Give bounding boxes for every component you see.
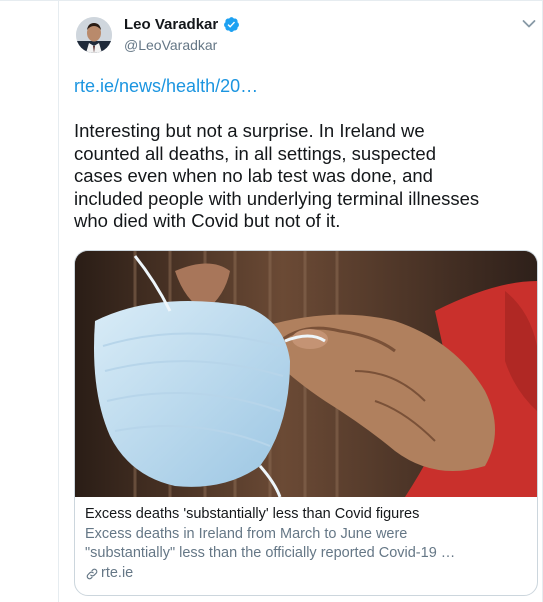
- chevron-down-icon[interactable]: [522, 19, 536, 29]
- link-icon: [86, 568, 98, 579]
- card-description-line: Excess deaths in Ireland from March to J…: [85, 526, 408, 542]
- card-description: Excess deaths in Ireland from March to J…: [85, 525, 527, 563]
- card-description-line: "substantially" less than the officially…: [85, 545, 456, 561]
- top-border: [0, 0, 543, 1]
- tweet-text-line: included people with underlying terminal…: [74, 187, 480, 209]
- tweet-text-line: Interesting but not a surprise. In Irela…: [74, 120, 425, 141]
- author-name[interactable]: Leo Varadkar: [124, 16, 218, 33]
- tweet-link[interactable]: rte.ie/news/health/20…: [74, 76, 258, 97]
- card-text[interactable]: Excess deaths 'substantially' less than …: [85, 505, 527, 583]
- link-preview-card[interactable]: Excess deaths 'substantially' less than …: [74, 250, 538, 596]
- tweet-text-line: counted all deaths, in all settings, sus…: [74, 142, 437, 164]
- card-title[interactable]: Excess deaths 'substantially' less than …: [85, 505, 527, 524]
- face-mask-photo: [75, 251, 537, 497]
- column-divider: [58, 0, 59, 602]
- verified-badge-icon: [224, 17, 240, 32]
- avatar-photo: [76, 17, 112, 53]
- card-source-domain: rte.ie: [101, 565, 134, 581]
- card-source[interactable]: rte.ie: [85, 564, 527, 583]
- card-image[interactable]: [75, 251, 537, 497]
- tweet-text: Interesting but not a surprise. In Irela…: [74, 120, 536, 233]
- author-handle[interactable]: @LeoVaradkar: [124, 37, 217, 53]
- author-avatar[interactable]: [76, 17, 112, 53]
- tweet-text-line: cases even when no lab test was done, an…: [74, 165, 433, 186]
- tweet-text-line: who died with Covid but not of it.: [74, 210, 341, 231]
- author-name-row[interactable]: Leo Varadkar: [124, 16, 240, 33]
